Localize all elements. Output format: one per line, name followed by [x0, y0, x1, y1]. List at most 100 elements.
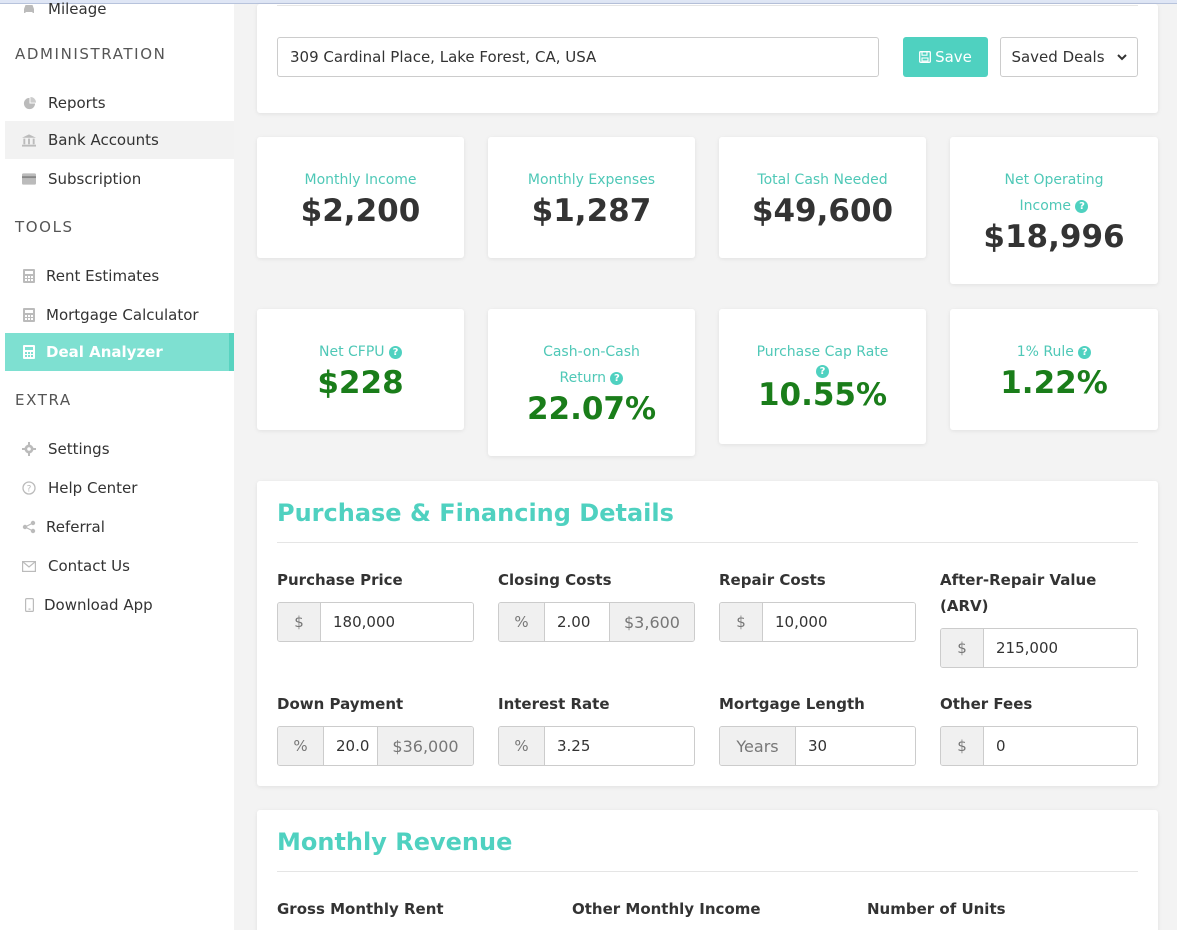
stat-label-line: Net CFPU ?: [257, 339, 464, 365]
down-payment-field[interactable]: 20.0: [324, 727, 377, 765]
sidebar-item-settings[interactable]: Settings: [5, 430, 234, 468]
stat-value: $228: [317, 365, 404, 401]
field-label-gross-monthly-rent: Gross Monthly Rent: [277, 900, 444, 918]
envelope-icon: [22, 559, 36, 573]
sidebar-item-download-app[interactable]: Download App: [5, 586, 234, 624]
years-addon: Years: [720, 727, 796, 765]
sidebar-item-label: Deal Analyzer: [46, 343, 163, 361]
chevron-down-icon: [1116, 53, 1127, 61]
stat-monthly-expenses: Monthly Expenses $1,287: [488, 137, 695, 258]
field-label-line2: (ARV): [940, 597, 989, 615]
currency-addon: $: [278, 603, 321, 641]
stat-value: $1,287: [531, 193, 652, 229]
car-icon: [22, 2, 36, 16]
stat-label-line2: Return ?: [488, 365, 695, 391]
save-button[interactable]: Save: [903, 37, 988, 77]
repair-costs-input-group: $ 10,000: [719, 602, 916, 642]
save-label: Save: [935, 48, 972, 66]
stat-label-line2: Income ?: [950, 193, 1158, 219]
field-label-other-monthly-income: Other Monthly Income: [572, 900, 761, 918]
other-fees-field[interactable]: 0: [984, 727, 1137, 765]
stat-label: Purchase Cap Rate: [756, 344, 889, 360]
sidebar-item-referral[interactable]: Referral: [5, 508, 234, 546]
sidebar-item-label: Mortgage Calculator: [46, 306, 199, 324]
stat-label: Monthly Expenses: [527, 172, 656, 188]
stat-monthly-income: Monthly Income $2,200: [257, 137, 464, 258]
sidebar-item-label: Rent Estimates: [46, 267, 160, 285]
gear-icon: [22, 442, 36, 456]
card-icon: [22, 172, 36, 186]
stat-label-text: Net CFPU: [319, 344, 385, 360]
help-icon[interactable]: ?: [1078, 346, 1092, 359]
sidebar-item-mortgage-calculator[interactable]: Mortgage Calculator: [5, 296, 234, 334]
help-icon[interactable]: ?: [389, 346, 402, 359]
interest-rate-field[interactable]: 3.25: [545, 727, 694, 765]
field-label-number-of-units: Number of Units: [867, 900, 1006, 918]
stat-value: 1.22%: [1000, 365, 1108, 401]
down-payment-input-group: % 20.0 $36,000: [277, 726, 474, 766]
divider: [277, 542, 1138, 543]
divider: [277, 5, 1138, 6]
sidebar-item-mileage[interactable]: Mileage: [5, 0, 234, 28]
purchase-price-input-group: $ 180,000: [277, 602, 474, 642]
section-heading-administration: ADMINISTRATION: [15, 45, 167, 63]
sidebar-item-label: Subscription: [48, 170, 142, 188]
repair-costs-field[interactable]: 10,000: [763, 603, 915, 641]
closing-costs-input-group: % 2.00 $3,600: [498, 602, 695, 642]
help-icon[interactable]: ?: [1075, 200, 1089, 213]
sidebar-item-label: Mileage: [48, 0, 107, 18]
sidebar-item-help-center[interactable]: ? Help Center: [5, 469, 234, 507]
field-label-down-payment: Down Payment: [277, 695, 404, 713]
stat-value: 22.07%: [526, 391, 657, 427]
field-label-closing-costs: Closing Costs: [498, 571, 612, 589]
calculator-icon: [22, 345, 36, 359]
field-label-mortgage-length: Mortgage Length: [719, 695, 865, 713]
divider: [277, 871, 1138, 872]
share-icon: [22, 520, 36, 534]
address-input[interactable]: 309 Cardinal Place, Lake Forest, CA, USA: [277, 37, 879, 77]
svg-text:?: ?: [27, 485, 32, 495]
stat-label-text: Return: [559, 370, 606, 386]
stat-label: Total Cash Needed: [757, 172, 888, 188]
help-icon[interactable]: ?: [610, 372, 624, 385]
sidebar-item-label: Help Center: [48, 479, 138, 497]
stat-label: Cash-on-Cash: [543, 344, 640, 360]
sidebar-item-label: Referral: [46, 518, 105, 536]
floppy-disk-icon: [919, 51, 932, 63]
mortgage-length-field[interactable]: 30: [796, 727, 915, 765]
section-title: Monthly Revenue: [277, 828, 513, 856]
sidebar-item-label: Reports: [48, 94, 106, 112]
sidebar-item-reports[interactable]: Reports: [5, 84, 234, 122]
stat-label: Monthly Income: [304, 172, 417, 188]
stat-net-cfpu: Net CFPU ? $228: [257, 309, 464, 430]
sidebar-item-label: Bank Accounts: [48, 131, 159, 149]
purchase-price-field[interactable]: 180,000: [321, 603, 473, 641]
percent-addon: %: [499, 727, 545, 765]
sidebar-item-subscription[interactable]: Subscription: [5, 160, 234, 198]
stat-label-text: 1% Rule: [1016, 344, 1074, 360]
sidebar-item-rent-estimates[interactable]: Rent Estimates: [5, 257, 234, 295]
monthly-revenue-card: Monthly Revenue Gross Monthly Rent Other…: [257, 810, 1158, 930]
percent-addon: %: [499, 603, 545, 641]
section-heading-tools: TOOLS: [15, 218, 74, 236]
closing-costs-field[interactable]: 2.00: [545, 603, 609, 641]
pie-chart-icon: [22, 96, 36, 110]
sidebar-item-deal-analyzer[interactable]: Deal Analyzer: [5, 333, 234, 371]
field-label-repair-costs: Repair Costs: [719, 571, 826, 589]
sidebar-item-bank-accounts[interactable]: Bank Accounts: [5, 121, 234, 159]
stat-value: 10.55%: [757, 377, 888, 413]
saved-deals-dropdown[interactable]: Saved Deals: [1000, 37, 1138, 77]
currency-addon: $: [720, 603, 763, 641]
section-heading-extra: EXTRA: [15, 391, 72, 409]
help-icon-row: ?: [719, 365, 926, 378]
stat-label-text: Income: [1019, 198, 1072, 214]
stat-net-operating-income: Net Operating Income ? $18,996: [950, 137, 1158, 284]
closing-costs-amount: $3,600: [609, 603, 694, 641]
down-payment-amount: $36,000: [377, 727, 473, 765]
stat-one-percent-rule: 1% Rule ? 1.22%: [950, 309, 1158, 430]
sidebar-item-contact-us[interactable]: Contact Us: [5, 547, 234, 585]
arv-field[interactable]: 215,000: [984, 629, 1137, 667]
field-label-interest-rate: Interest Rate: [498, 695, 610, 713]
sidebar: Mileage ADMINISTRATION Reports Bank Acco…: [0, 0, 234, 930]
stat-value: $49,600: [751, 193, 894, 229]
